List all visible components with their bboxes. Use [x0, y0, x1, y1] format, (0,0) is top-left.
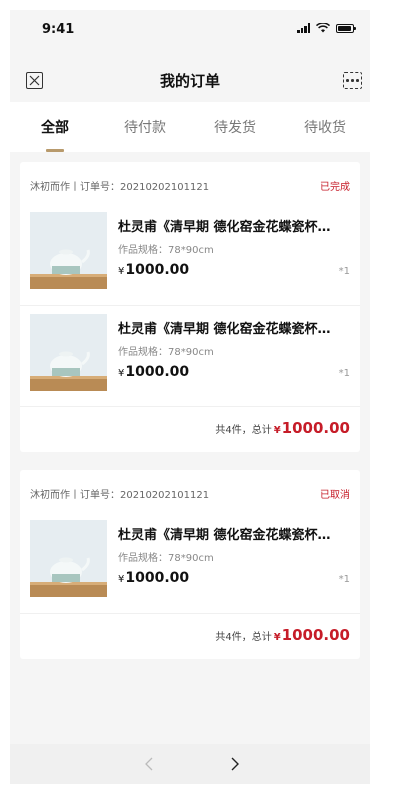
browser-bottom-nav [10, 744, 370, 784]
product-quantity: *1 [338, 266, 350, 277]
price-value: 1000.00 [125, 364, 190, 380]
forward-button[interactable] [224, 754, 244, 774]
order-header: 沐初而作丨订单号：20210202101121 已取消 [20, 470, 360, 512]
order-total: 共4件，总计 ¥1000.00 [215, 419, 350, 437]
product-quantity: *1 [338, 368, 350, 379]
chevron-right-icon [231, 757, 239, 771]
product-spec: 作品规格：78*90cm [118, 245, 214, 256]
product-quantity: *1 [338, 574, 350, 585]
price-value: 1000.00 [125, 262, 190, 278]
product-thumbnail [30, 212, 107, 289]
order-total: 共4件，总计 ¥1000.00 [215, 626, 350, 644]
chevron-left-icon [145, 757, 153, 771]
more-icon [346, 79, 349, 82]
product-name: 杜灵甫《清早期 德化窑金花蝶瓷杯… [118, 220, 331, 235]
battery-icon [336, 23, 356, 33]
signal-icon [297, 23, 310, 33]
currency-symbol: ¥ [118, 368, 125, 379]
currency-symbol: ¥ [118, 266, 125, 277]
tab-all[interactable]: 全部 [10, 102, 100, 152]
tab-pending-shipment[interactable]: 待发货 [190, 102, 280, 152]
currency-symbol: ¥ [273, 425, 281, 436]
order-status: 已取消 [320, 490, 350, 501]
status-time: 9:41 [42, 22, 75, 37]
product-price: ¥1000.00 [118, 262, 189, 278]
order-summary: 共4件，总计 ¥1000.00 [20, 406, 360, 452]
total-value: 1000.00 [281, 626, 350, 644]
product-spec: 作品规格：78*90cm [118, 347, 214, 358]
order-item[interactable]: 杜灵甫《清早期 德化窑金花蝶瓷杯… 作品规格：78*90cm ¥1000.00 … [20, 204, 360, 305]
order-status: 已完成 [320, 182, 350, 193]
status-icons [297, 23, 356, 33]
product-price: ¥1000.00 [118, 570, 189, 586]
nav-bar: 我的订单 [10, 60, 370, 100]
currency-symbol: ¥ [118, 574, 125, 585]
tab-pending-receipt[interactable]: 待收货 [280, 102, 370, 152]
total-value: 1000.00 [281, 419, 350, 437]
phone-screen: 9:41 我的订单 全部 待付款 待发货 待收货 沐初而作丨订单号：202102… [10, 10, 370, 784]
order-item[interactable]: 杜灵甫《清早期 德化窑金花蝶瓷杯… 作品规格：78*90cm ¥1000.00 … [20, 305, 360, 406]
summary-label: 共4件，总计 [215, 425, 272, 436]
product-thumbnail [30, 520, 107, 597]
more-button[interactable] [343, 72, 362, 89]
product-price: ¥1000.00 [118, 364, 189, 380]
product-thumbnail [30, 314, 107, 391]
total-amount: ¥1000.00 [274, 626, 350, 644]
order-item[interactable]: 杜灵甫《清早期 德化窑金花蝶瓷杯… 作品规格：78*90cm ¥1000.00 … [20, 512, 360, 613]
tab-pending-payment[interactable]: 待付款 [100, 102, 190, 152]
order-card[interactable]: 沐初而作丨订单号：20210202101121 已取消 杜灵甫《清早期 德化窑金… [20, 470, 360, 659]
price-value: 1000.00 [125, 570, 190, 586]
order-card[interactable]: 沐初而作丨订单号：20210202101121 已完成 杜灵甫《清早期 德化窑金… [20, 162, 360, 452]
summary-label: 共4件，总计 [215, 632, 272, 643]
status-bar: 9:41 [10, 10, 370, 50]
wifi-icon [316, 23, 330, 33]
product-spec: 作品规格：78*90cm [118, 553, 214, 564]
total-amount: ¥1000.00 [274, 419, 350, 437]
order-header: 沐初而作丨订单号：20210202101121 已完成 [20, 162, 360, 204]
order-summary: 共4件，总计 ¥1000.00 [20, 613, 360, 659]
product-name: 杜灵甫《清早期 德化窑金花蝶瓷杯… [118, 528, 331, 543]
order-number: 沐初而作丨订单号：20210202101121 [30, 182, 210, 193]
order-number: 沐初而作丨订单号：20210202101121 [30, 490, 210, 501]
product-name: 杜灵甫《清早期 德化窑金花蝶瓷杯… [118, 322, 331, 337]
page-title: 我的订单 [159, 72, 220, 90]
order-tabs: 全部 待付款 待发货 待收货 [10, 102, 370, 152]
currency-symbol: ¥ [273, 632, 281, 643]
back-button[interactable] [140, 754, 160, 774]
